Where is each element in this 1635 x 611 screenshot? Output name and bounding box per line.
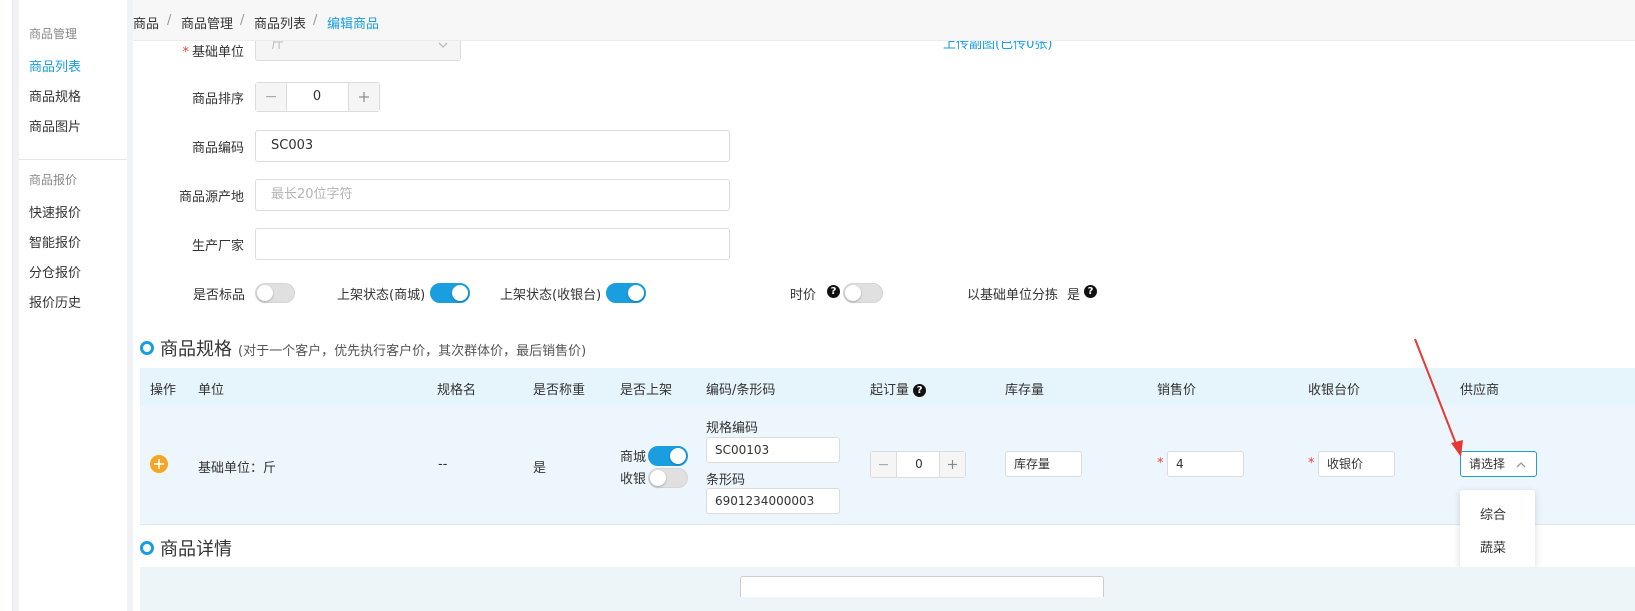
sort-label: 商品排序: [191, 92, 244, 107]
supplier-dropdown: 综合 蔬菜: [1460, 490, 1535, 568]
price-time-label: 时价: [790, 288, 817, 303]
breadcrumb-separator: /: [167, 13, 172, 28]
code-field[interactable]: SC003: [255, 130, 730, 162]
detail-section-title: 商品详情: [160, 539, 232, 560]
sidebar-item-quick-quote[interactable]: 快速报价: [29, 202, 81, 221]
breadcrumb-separator: /: [313, 13, 318, 28]
mall-label: 商城: [620, 450, 647, 465]
chevron-down-icon: [438, 42, 448, 48]
base-unit-label: * 基础单位: [182, 45, 244, 60]
question-icon[interactable]: ?: [827, 285, 840, 298]
sidebar-group-title: 商品报价: [29, 173, 78, 187]
plus-button[interactable]: [939, 452, 965, 477]
min-order-stepper[interactable]: 0: [870, 451, 966, 478]
pos-price-field[interactable]: 收银价: [1318, 451, 1395, 477]
required-mark: *: [1308, 456, 1315, 471]
spec-section-title: 商品规格 (对于一个客户，优先执行客户价，其次群体价，最后销售价): [160, 339, 587, 360]
plus-icon: [359, 92, 369, 102]
code-label: 商品编码: [191, 141, 244, 156]
col-header: 规格名: [437, 383, 477, 398]
sidebar-item-smart-quote[interactable]: 智能报价: [29, 232, 81, 251]
sidebar-item-product-list[interactable]: 商品列表: [29, 56, 81, 75]
red-arrow-annotation: [1414, 338, 1463, 457]
mall-status-label: 上架状态(商城): [337, 288, 426, 303]
col-header: 销售价: [1157, 383, 1197, 398]
maker-field[interactable]: [255, 228, 730, 260]
mall-status-toggle[interactable]: [430, 283, 470, 303]
barcode-label: 条形码: [706, 473, 746, 488]
chevron-up-icon: [1516, 462, 1526, 468]
minus-button[interactable]: [256, 83, 287, 111]
stock-field[interactable]: 库存量: [1005, 451, 1082, 477]
sale-price-field[interactable]: 4: [1167, 451, 1244, 477]
col-header: 是否上架: [620, 383, 673, 398]
col-header: 库存量: [1005, 383, 1045, 398]
supplier-option[interactable]: 蔬菜: [1480, 537, 1506, 556]
barcode-field[interactable]: 6901234000003: [706, 488, 840, 514]
pos-status-label: 上架状态(收银台): [500, 288, 602, 303]
min-order-value[interactable]: 0: [897, 452, 941, 477]
sidebar-group-title: 商品管理: [29, 27, 78, 41]
sort-by-base-label: 以基础单位分拣: [967, 288, 1059, 303]
supplier-option[interactable]: 综合: [1480, 504, 1506, 523]
sidebar-item-product-image[interactable]: 商品图片: [29, 116, 81, 135]
maker-label: 生产厂家: [191, 239, 244, 254]
minus-icon: [266, 96, 276, 98]
section-dot-icon: [140, 341, 154, 355]
add-circle-icon[interactable]: [150, 455, 168, 473]
required-mark: *: [1157, 456, 1164, 471]
sort-stepper[interactable]: 0: [255, 82, 380, 112]
sort-value[interactable]: 0: [287, 83, 347, 111]
pos-label: 收银: [620, 472, 647, 487]
editor-toolbar[interactable]: [740, 576, 1104, 597]
breadcrumb-item[interactable]: 商品: [133, 13, 159, 32]
minus-button[interactable]: [871, 452, 897, 477]
sidebar: 商品管理 商品列表 商品规格 商品图片 商品报价 快速报价 智能报价 分仓报价 …: [19, 0, 127, 611]
sidebar-item-quote-history[interactable]: 报价历史: [29, 292, 81, 311]
col-header: 操作: [150, 383, 177, 398]
left-edge: [0, 0, 13, 611]
spec-code-field[interactable]: SC00103: [706, 437, 840, 463]
sidebar-divider: [19, 159, 127, 160]
question-icon[interactable]: ?: [913, 384, 927, 397]
breadcrumb-item[interactable]: 商品列表: [254, 13, 306, 32]
row-mall-toggle[interactable]: [648, 446, 688, 466]
unit-cell: 基础单位：斤: [198, 461, 277, 476]
standard-item-label: 是否标品: [193, 288, 246, 303]
base-unit-select[interactable]: 斤: [255, 41, 461, 61]
spec-name-cell: --: [438, 457, 448, 472]
sidebar-item-product-spec[interactable]: 商品规格: [29, 86, 81, 105]
row-pos-toggle[interactable]: [648, 468, 688, 488]
col-header: 是否称重: [533, 383, 586, 398]
breadcrumb-item-current: 编辑商品: [327, 17, 380, 32]
plus-icon: [948, 460, 957, 469]
minus-icon: [879, 464, 888, 466]
weighing-cell: 是: [533, 461, 547, 476]
col-header: 编码/条形码: [706, 383, 776, 398]
question-icon[interactable]: ?: [1084, 285, 1097, 298]
col-header-min-order: 起订量 ?: [870, 379, 927, 398]
pos-status-toggle[interactable]: [606, 283, 646, 303]
col-header: 单位: [198, 383, 225, 398]
breadcrumb-separator: /: [240, 13, 245, 28]
origin-label: 商品源产地: [178, 190, 244, 205]
upload-sub-image-link[interactable]: 上传副图(已传0张): [943, 41, 1052, 52]
main-content: * 基础单位 斤 上传副图(已传0张) 商品排序 0 商品编码 SC003 商品源…: [133, 41, 1635, 611]
origin-field[interactable]: 最长20位字符: [255, 179, 730, 211]
spec-code-label: 规格编码: [706, 421, 759, 436]
sidebar-item-warehouse-quote[interactable]: 分仓报价: [29, 262, 81, 281]
col-header: 收银台价: [1308, 383, 1361, 398]
plus-button[interactable]: [348, 83, 379, 111]
section-dot-icon: [140, 541, 154, 555]
standard-item-toggle[interactable]: [255, 283, 295, 303]
breadcrumb: 商品 / 商品管理 / 商品列表 / 编辑商品: [133, 0, 1635, 41]
breadcrumb-item[interactable]: 商品管理: [181, 13, 233, 32]
price-time-toggle[interactable]: [843, 283, 883, 303]
sort-by-base-value: 是: [1067, 288, 1081, 303]
